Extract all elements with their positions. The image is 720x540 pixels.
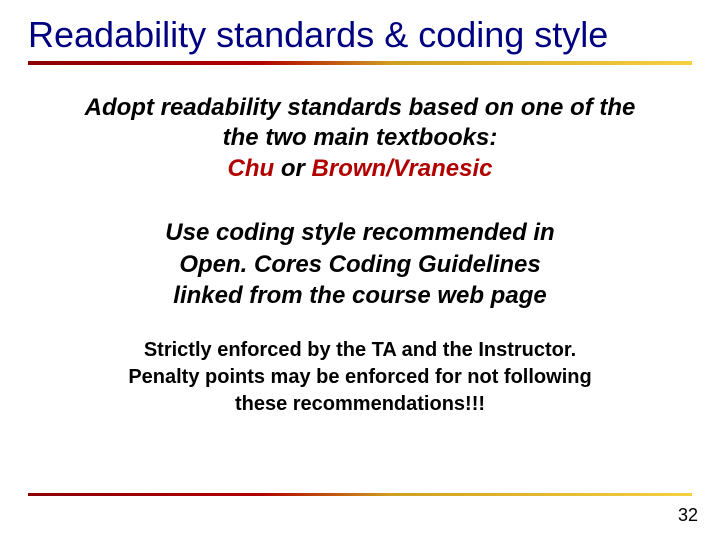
option-brown-vranesic: Brown/Vranesic <box>312 155 493 182</box>
enforcement-line1: Strictly enforced by the TA and the Inst… <box>28 337 692 364</box>
slide: Readability standards & coding style Ado… <box>0 0 720 540</box>
enforcement-line3: these recommendations!!! <box>28 391 692 418</box>
section-textbooks: Adopt readability standards based on one… <box>28 93 692 183</box>
section-enforcement: Strictly enforced by the TA and the Inst… <box>28 337 692 418</box>
guidelines-line1: Use coding style recommended in <box>28 217 692 248</box>
textbooks-line1: Adopt readability standards based on one… <box>28 93 692 123</box>
title-divider <box>28 61 692 65</box>
enforcement-line2: Penalty points may be enforced for not f… <box>28 364 692 391</box>
footer-divider <box>28 493 692 496</box>
textbooks-line2: the two main textbooks: <box>28 123 692 153</box>
guidelines-line3: linked from the course web page <box>28 280 692 311</box>
page-number: 32 <box>678 505 698 526</box>
textbooks-options: Chu or Brown/Vranesic <box>28 155 692 183</box>
slide-title: Readability standards & coding style <box>28 14 692 55</box>
guidelines-line2: Open. Cores Coding Guidelines <box>28 249 692 280</box>
option-chu: Chu <box>228 155 275 182</box>
section-guidelines: Use coding style recommended in Open. Co… <box>28 217 692 311</box>
option-or: or <box>274 155 311 182</box>
